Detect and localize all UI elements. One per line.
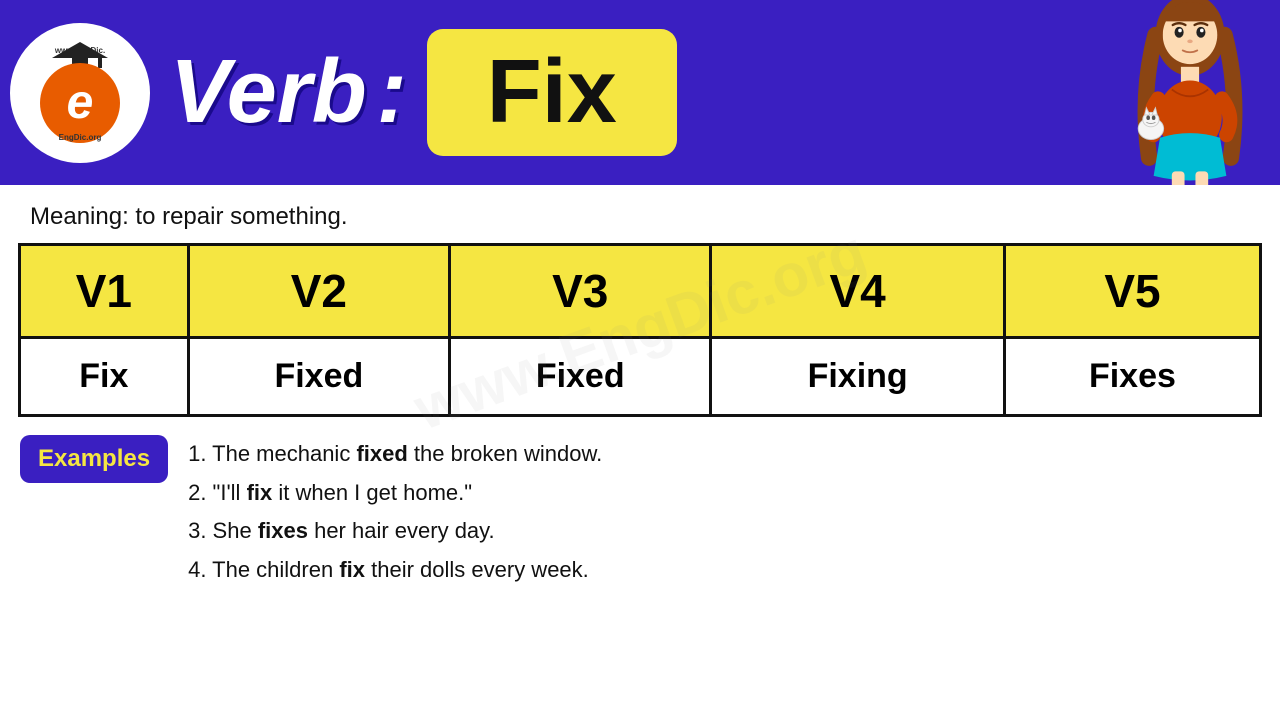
logo: www.EngDic. org EngDic.org: [10, 23, 150, 163]
col-v3: V3: [450, 245, 711, 338]
ex4-num: 4.: [188, 557, 212, 582]
table-data-row: Fix Fixed Fixed Fixing Fixes: [20, 338, 1261, 416]
ex3-pre: She: [213, 518, 258, 543]
meaning-text: to repair something.: [135, 203, 347, 230]
val-v3: Fixed: [450, 338, 711, 416]
examples-list: 1. The mechanic fixed the broken window.…: [188, 435, 602, 589]
word-box: Fix: [427, 29, 677, 156]
ex4-post: their dolls every week.: [365, 557, 589, 582]
ex1-num: 1.: [188, 441, 212, 466]
ex2-post: it when I get home.": [272, 480, 472, 505]
example-2: 2. "I'll fix it when I get home.": [188, 474, 602, 513]
character-illustration: [1110, 0, 1270, 185]
ex1-post: the broken window.: [408, 441, 602, 466]
val-v1: Fix: [20, 338, 189, 416]
ex2-bold: fix: [247, 480, 273, 505]
ex2-pre: "I'll: [213, 480, 247, 505]
ex3-post: her hair every day.: [308, 518, 495, 543]
ex4-pre: The children: [212, 557, 339, 582]
col-v2: V2: [188, 245, 449, 338]
meaning-section: Meaning: to repair something.: [0, 185, 1280, 243]
ex4-bold: fix: [339, 557, 365, 582]
val-v4: Fixing: [711, 338, 1005, 416]
table-header-row: V1 V2 V3 V4 V5: [20, 245, 1261, 338]
verb-forms-table: V1 V2 V3 V4 V5 Fix Fixed Fixed Fixing Fi…: [18, 243, 1262, 417]
table-wrapper: V1 V2 V3 V4 V5 Fix Fixed Fixed Fixing Fi…: [0, 243, 1280, 417]
val-v2: Fixed: [188, 338, 449, 416]
page-wrapper: www.EngDic. org EngDic.org Verb :: [0, 0, 1280, 720]
examples-badge: Examples: [20, 435, 168, 483]
ex3-bold: fixes: [258, 518, 308, 543]
header-section: www.EngDic. org EngDic.org Verb :: [0, 0, 1280, 185]
ex3-num: 3.: [188, 518, 212, 543]
val-v5: Fixes: [1004, 338, 1260, 416]
logo-bottom-text: EngDic.org: [59, 133, 102, 142]
verb-label: Verb: [170, 41, 367, 144]
meaning-label: Meaning:: [30, 203, 129, 230]
header-title: Verb : Fix: [150, 29, 1260, 156]
example-1: 1. The mechanic fixed the broken window.: [188, 435, 602, 474]
word-text: Fix: [487, 41, 617, 144]
example-4: 4. The children fix their dolls every we…: [188, 551, 602, 590]
col-v1: V1: [20, 245, 189, 338]
verb-colon: :: [377, 41, 407, 144]
ex1-bold: fixed: [356, 441, 407, 466]
col-v4: V4: [711, 245, 1005, 338]
example-3: 3. She fixes her hair every day.: [188, 512, 602, 551]
logo-e-icon: [40, 63, 120, 143]
examples-section: Examples 1. The mechanic fixed the broke…: [0, 417, 1280, 599]
ex2-num: 2.: [188, 480, 212, 505]
ex1-pre: The mechanic: [212, 441, 356, 466]
table-container: V1 V2 V3 V4 V5 Fix Fixed Fixed Fixing Fi…: [18, 243, 1262, 417]
col-v5: V5: [1004, 245, 1260, 338]
